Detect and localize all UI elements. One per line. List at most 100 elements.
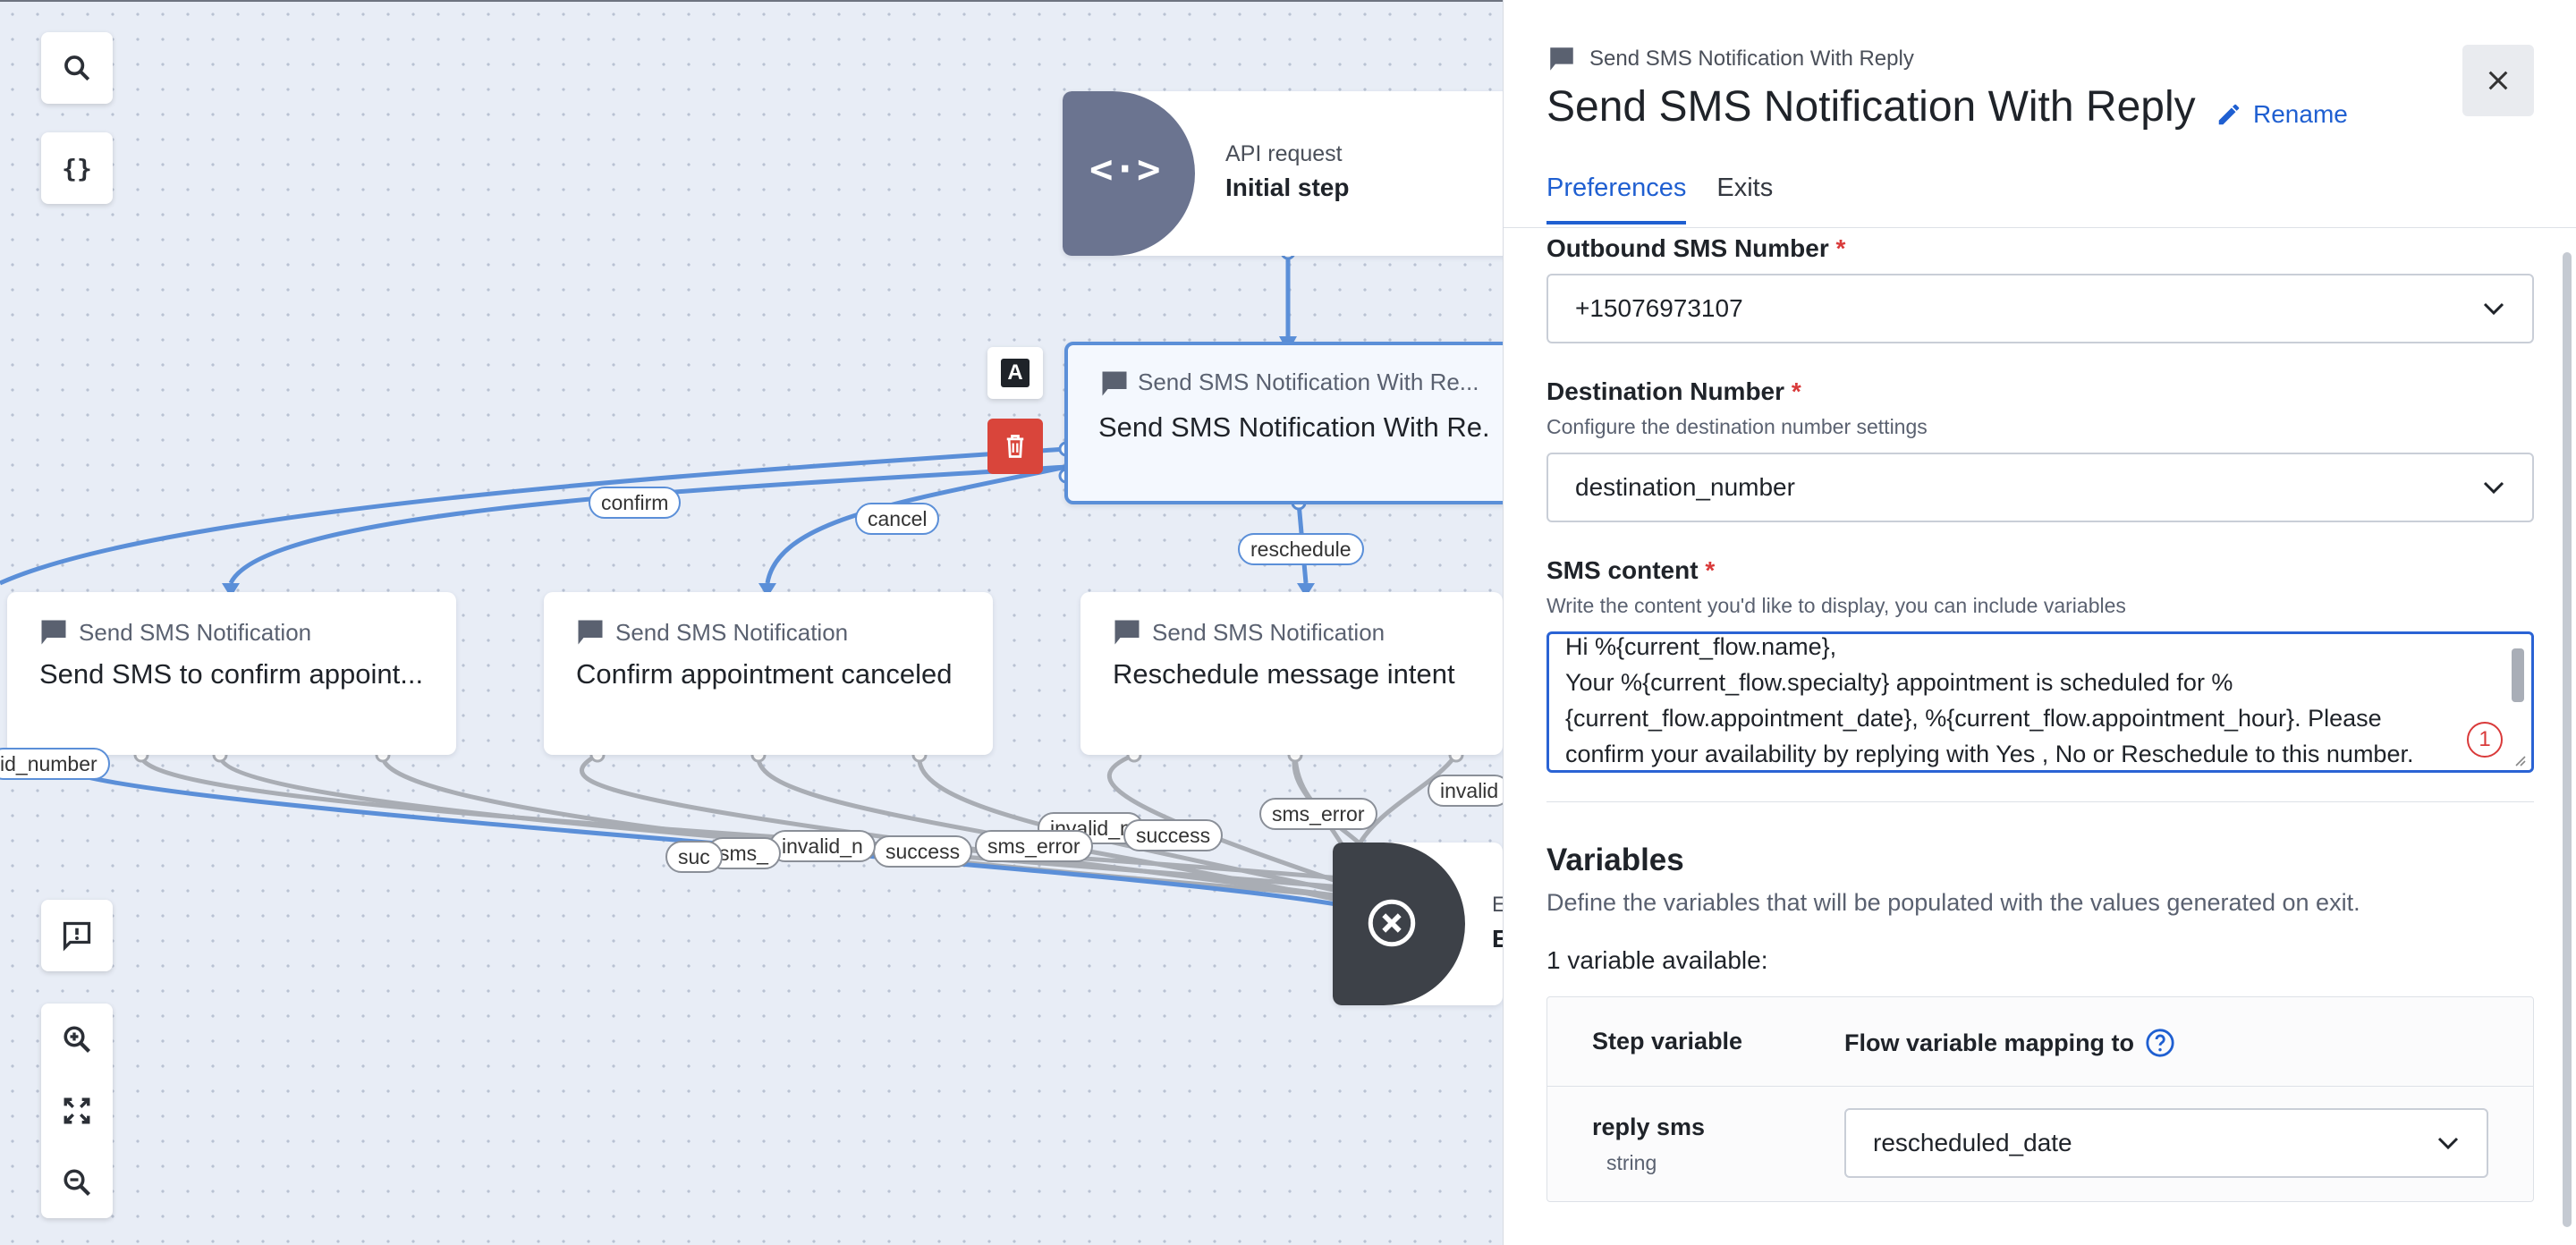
breadcrumb-label: Send SMS Notification With Reply (1589, 47, 1914, 71)
api-node-icon-block: <·> (1063, 91, 1195, 256)
pencil-icon (2218, 104, 2240, 125)
edge-label-confirm[interactable]: confirm (589, 487, 682, 519)
message-icon (1102, 371, 1127, 396)
panel-title: Send SMS Notification With Reply (1546, 83, 2196, 131)
stop-circle-icon (1368, 899, 1416, 947)
column-flow-variable: Flow variable mapping to (1844, 1028, 2175, 1058)
sms-content-label-text: SMS content (1546, 556, 1699, 584)
sms-confirm-node[interactable]: Send SMS Notification Send SMS to confir… (7, 592, 456, 755)
destination-number-label: Destination Number * (1546, 377, 1801, 406)
node-type: Send SMS Notification (615, 619, 849, 646)
node-type: Send SMS Notification (79, 619, 312, 646)
node-type: Send SMS Notification With Re... (1138, 368, 1479, 395)
destination-number-label-text: Destination Number (1546, 377, 1785, 405)
edge-label-success[interactable]: success (873, 835, 973, 868)
fit-screen-button[interactable] (41, 1075, 113, 1147)
tab-exits[interactable]: Exits (1716, 174, 1773, 224)
search-icon (64, 55, 90, 81)
edge-label-reschedule[interactable]: reschedule (1238, 533, 1364, 565)
edge-label-success[interactable]: success (1123, 819, 1224, 851)
required-marker: * (1791, 377, 1801, 405)
node-title: Send SMS to confirm appoint... (39, 658, 424, 690)
node-type: API request (1225, 141, 1343, 166)
api-request-node[interactable]: <·> API request Initial step (1063, 91, 1528, 256)
flow-variable-value: rescheduled_date (1873, 1129, 2072, 1156)
message-icon (1550, 47, 1573, 71)
flow-variable-select[interactable]: rescheduled_date (1844, 1108, 2488, 1178)
close-icon (2488, 71, 2508, 90)
edge-label-sms-error[interactable]: sms_error (1259, 798, 1377, 830)
end-node-icon-block (1333, 843, 1465, 1005)
zoom-controls (41, 1004, 113, 1218)
sms-content-help: Write the content you'd like to display,… (1546, 594, 2126, 617)
resize-handle-icon[interactable] (2512, 752, 2526, 766)
node-title: Reschedule message intent (1113, 658, 1455, 690)
required-marker: * (1835, 234, 1846, 262)
tabs-divider (1504, 227, 2576, 228)
section-divider (1546, 801, 2534, 802)
panel-scrollbar[interactable] (2563, 252, 2572, 1227)
sms-content-label: SMS content * (1546, 556, 1715, 585)
variables-button[interactable]: {} (41, 132, 113, 204)
column-flow-variable-label: Flow variable mapping to (1844, 1029, 2135, 1056)
node-title: E (1492, 925, 1503, 953)
required-marker: * (1705, 556, 1716, 584)
message-icon (1114, 620, 1140, 645)
edge-label-invalid[interactable]: invalid (1428, 775, 1512, 807)
zoom-out-icon (64, 1169, 90, 1196)
sms-reschedule-node[interactable]: Send SMS Notification Reschedule message… (1080, 592, 1503, 755)
variables-title: Variables (1546, 843, 1684, 877)
braces-icon: {} (62, 153, 92, 183)
column-step-variable: Step variable (1592, 1028, 1743, 1054)
message-icon (578, 620, 603, 645)
end-node[interactable]: E E (1333, 843, 1503, 1005)
chevron-down-icon (2483, 302, 2504, 316)
tab-preferences[interactable]: Preferences (1546, 174, 1687, 224)
issue-count-badge: 1 (2467, 722, 2503, 758)
delete-node-button[interactable] (987, 419, 1043, 474)
rename-label: Rename (2253, 100, 2348, 128)
destination-number-help: Configure the destination number setting… (1546, 415, 1928, 438)
chevron-down-icon (2437, 1137, 2459, 1150)
zoom-in-button[interactable] (41, 1004, 113, 1075)
feedback-icon (63, 921, 91, 952)
rename-button[interactable]: Rename (2216, 100, 2348, 129)
node-title: Confirm appointment canceled (576, 658, 953, 690)
outbound-number-label: Outbound SMS Number * (1546, 234, 1845, 263)
code-brackets-icon: <·> (1089, 147, 1161, 192)
destination-number-select[interactable]: destination_number (1546, 453, 2534, 522)
sms-content-text: Hi %{current_flow.name}, Your %{current_… (1565, 634, 2469, 770)
chevron-down-icon (2483, 481, 2504, 495)
fit-screen-icon (64, 1097, 90, 1124)
annotate-icon: A (1001, 359, 1030, 387)
edge-label-invalid-number[interactable]: id_number (0, 748, 110, 780)
zoom-out-button[interactable] (41, 1147, 113, 1218)
node-type: E (1492, 893, 1503, 917)
help-circle-icon[interactable] (2145, 1028, 2175, 1058)
annotate-button[interactable]: A (987, 347, 1043, 399)
outbound-number-value: +15076973107 (1575, 294, 1743, 322)
sms-content-textarea[interactable]: Hi %{current_flow.name}, Your %{current_… (1546, 631, 2534, 773)
variables-count: 1 variable available: (1546, 946, 1768, 974)
close-button[interactable] (2462, 45, 2534, 116)
edge-label-cancel[interactable]: cancel (855, 503, 940, 535)
edge-label-invalid[interactable]: invalid_n (769, 830, 876, 862)
textarea-scrollbar[interactable] (2512, 648, 2524, 702)
edge-label-sms-error[interactable]: sms_error (975, 830, 1093, 862)
search-button[interactable] (41, 32, 113, 104)
outbound-number-select[interactable]: +15076973107 (1546, 274, 2534, 343)
feedback-button[interactable] (41, 900, 113, 971)
step-variable-type: string (1606, 1151, 1657, 1174)
destination-number-value: destination_number (1575, 473, 1795, 501)
message-icon (41, 620, 66, 645)
sms-line: {current_flow.appointment_date}, %{curre… (1565, 705, 2382, 732)
variables-help: Define the variables that will be popula… (1546, 889, 2360, 916)
variables-table-header: Step variable Flow variable mapping to (1547, 997, 2533, 1087)
node-type: Send SMS Notification (1152, 619, 1385, 646)
node-title: Send SMS Notification With Re... (1098, 411, 1492, 443)
sms-line: confirm your availability by replying wi… (1565, 741, 2414, 767)
edge-label-success[interactable]: suc (665, 841, 723, 873)
selected-sms-reply-node[interactable]: Send SMS Notification With Re... Send SM… (1064, 342, 1512, 504)
trash-icon (1006, 435, 1024, 458)
sms-cancel-node[interactable]: Send SMS Notification Confirm appointmen… (544, 592, 993, 755)
